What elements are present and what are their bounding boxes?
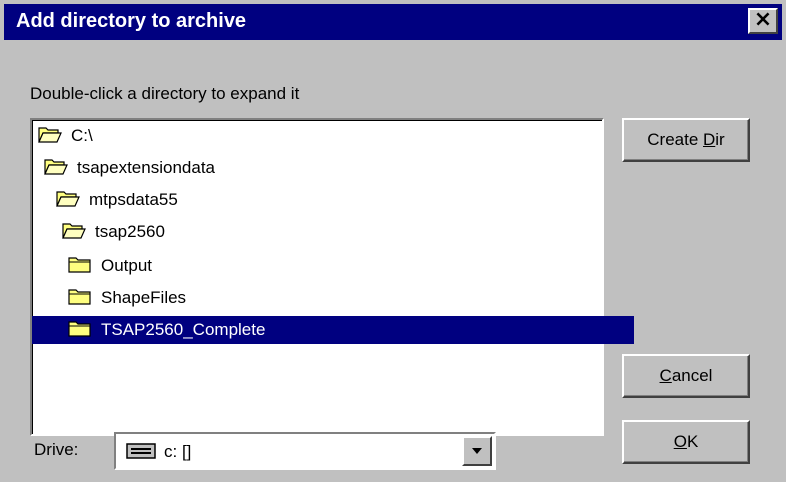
folder-icon — [68, 286, 92, 311]
drive-label: Drive: — [34, 440, 79, 459]
ok-button[interactable]: OK — [622, 420, 750, 464]
create-dir-button[interactable]: Create Dir — [622, 118, 750, 162]
cancel-label: Cancel — [660, 366, 713, 386]
cancel-suffix: ancel — [671, 366, 713, 385]
tree-item[interactable]: mtpsdata55 — [32, 186, 181, 214]
cancel-accel: C — [659, 366, 672, 385]
create-dir-accel: D — [703, 130, 716, 149]
tree-item[interactable]: tsapextensiondata — [32, 154, 218, 182]
close-button[interactable]: × — [748, 8, 778, 34]
tree-item[interactable]: tsap2560 — [32, 218, 168, 246]
instruction-label: Double-click a directory to expand it — [30, 84, 300, 103]
close-icon: × — [753, 7, 773, 32]
open-folder-icon — [56, 188, 80, 213]
tree-item[interactable]: C:\ — [32, 122, 96, 150]
tree-item-label: Output — [101, 256, 153, 275]
create-dir-suffix: ir — [715, 130, 725, 149]
create-dir-label: Create Dir — [647, 130, 724, 150]
tree-item-label: C:\ — [71, 126, 93, 145]
cancel-button[interactable]: Cancel — [622, 354, 750, 398]
tree-item-label: tsapextensiondata — [77, 158, 215, 177]
ok-label: OK — [674, 432, 699, 452]
open-folder-icon — [44, 156, 68, 181]
ok-accel: O — [673, 432, 687, 451]
drive-select[interactable]: c: [] — [114, 432, 496, 470]
tree-item-label: TSAP2560_Complete — [101, 320, 266, 339]
drive-value: c: [] — [164, 442, 192, 461]
drive-icon — [126, 443, 156, 459]
dialog-title: Add directory to archive — [16, 10, 247, 32]
folder-icon — [68, 254, 92, 279]
open-folder-icon — [38, 124, 62, 149]
ok-suffix: K — [686, 432, 699, 451]
tree-item-label: tsap2560 — [95, 222, 165, 241]
tree-item[interactable]: ShapeFiles — [32, 284, 189, 312]
open-folder-icon — [62, 220, 86, 245]
chevron-down-icon — [472, 448, 482, 454]
tree-item[interactable]: TSAP2560_Complete — [32, 316, 634, 344]
tree-item-label: mtpsdata55 — [89, 190, 178, 209]
add-directory-dialog: Add directory to archive × Double-click … — [0, 0, 786, 482]
tree-item[interactable]: Output — [32, 252, 155, 280]
title-bar: Add directory to archive × — [4, 4, 782, 40]
tree-item-label: ShapeFiles — [101, 288, 187, 307]
drive-dropdown-button[interactable] — [462, 436, 492, 466]
directory-tree[interactable]: C:\ tsapextensiondata mtpsdata55 tsap2560 Ou… — [30, 118, 634, 436]
folder-icon — [68, 318, 92, 343]
create-dir-prefix: Create — [647, 130, 703, 149]
